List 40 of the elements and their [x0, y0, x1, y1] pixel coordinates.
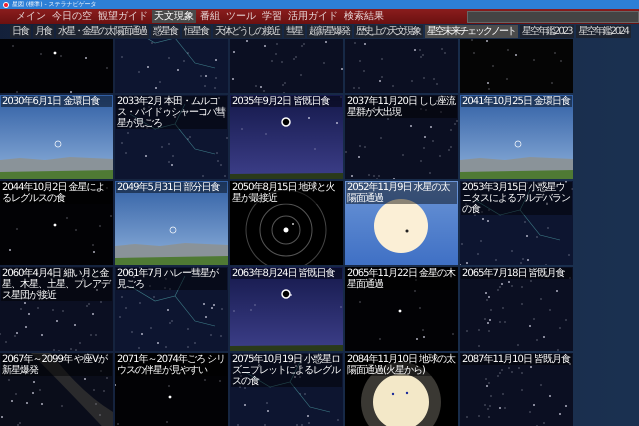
tab[interactable]: 歴史上の天文現象 — [354, 25, 423, 38]
tab[interactable]: 星空年鑑2024 — [576, 25, 631, 38]
tile-title[interactable]: 2065年11月22日 金星の木星面通過 — [346, 268, 457, 290]
tile-title[interactable]: 2037年11月20日 しし座流星群が大出現 — [346, 96, 457, 118]
tab[interactable]: 水星・金星の太陽面通過 — [56, 25, 149, 38]
search-field[interactable] — [467, 10, 639, 22]
tile-title[interactable]: 2067年～2099年 や座Vが新星爆発 — [1, 354, 112, 376]
menu-item[interactable]: 観望ガイド — [96, 10, 150, 23]
tile-title[interactable]: 2061年7月 ハレー彗星が見ごろ — [116, 268, 227, 290]
menu-item[interactable]: 学習 — [260, 10, 284, 23]
app-icon — [3, 2, 9, 8]
tab[interactable]: 月食 — [33, 25, 54, 38]
tab[interactable]: 彗星 — [284, 25, 305, 38]
tile-title[interactable]: 2035年9月2日 皆既日食 — [231, 96, 342, 107]
tile-title[interactable]: 2053年3月15日 小惑星ウニタスによるアルデバランの食 — [461, 182, 572, 215]
tab[interactable]: 惑星食 — [151, 25, 180, 38]
tile-title[interactable]: 2049年5月31日 部分日食 — [116, 182, 227, 193]
tile-title[interactable]: 2052年11月9日 水星の太陽面通過 — [346, 182, 457, 204]
tab[interactable]: 天体どうしの接近 — [213, 25, 282, 38]
tile-title[interactable]: 2087年11月10日 皆既月食 — [461, 354, 572, 365]
menu-item[interactable]: 活用ガイド — [286, 10, 340, 23]
tile-title[interactable]: 2030年6月1日 金環日食 — [1, 96, 112, 107]
menu-item[interactable]: 番組 — [198, 10, 222, 23]
menu-item[interactable]: 検索結果 — [342, 10, 386, 23]
tile-title[interactable]: 2033年2月 本田・ムルコス・パイドゥシャーコバ彗星が見ごろ — [116, 96, 227, 129]
tab[interactable]: 日食 — [10, 25, 31, 38]
menu-item[interactable]: メイン — [14, 10, 48, 23]
tile-title[interactable]: 2084年11月10日 地球の太陽面通過(火星から) — [346, 354, 457, 376]
tile-title[interactable]: 2041年10月25日 金環日食 — [461, 96, 572, 107]
tab[interactable]: 星空年鑑2023 — [520, 25, 574, 38]
menu-item[interactable]: 天文現象 — [152, 10, 196, 23]
menu-item[interactable]: 今日の空 — [50, 10, 94, 23]
menu-item[interactable]: ツール — [224, 10, 258, 23]
tab[interactable]: 超新星爆発 — [307, 25, 352, 38]
tile-title[interactable]: 2060年4月4日 細い月と金星、木星、土星、プレアデス星団が接近 — [1, 268, 112, 301]
tab[interactable]: 星空未来チェックノート — [425, 25, 518, 38]
tile-title[interactable]: 2063年8月24日 皆既日食 — [231, 268, 342, 279]
tile-title[interactable]: 2075年10月19日 小惑星ロズニプレットによるレグルスの食 — [231, 354, 342, 387]
tab[interactable]: 恒星食 — [182, 25, 211, 38]
tile-title[interactable]: 2065年7月18日 皆既月食 — [461, 268, 572, 279]
